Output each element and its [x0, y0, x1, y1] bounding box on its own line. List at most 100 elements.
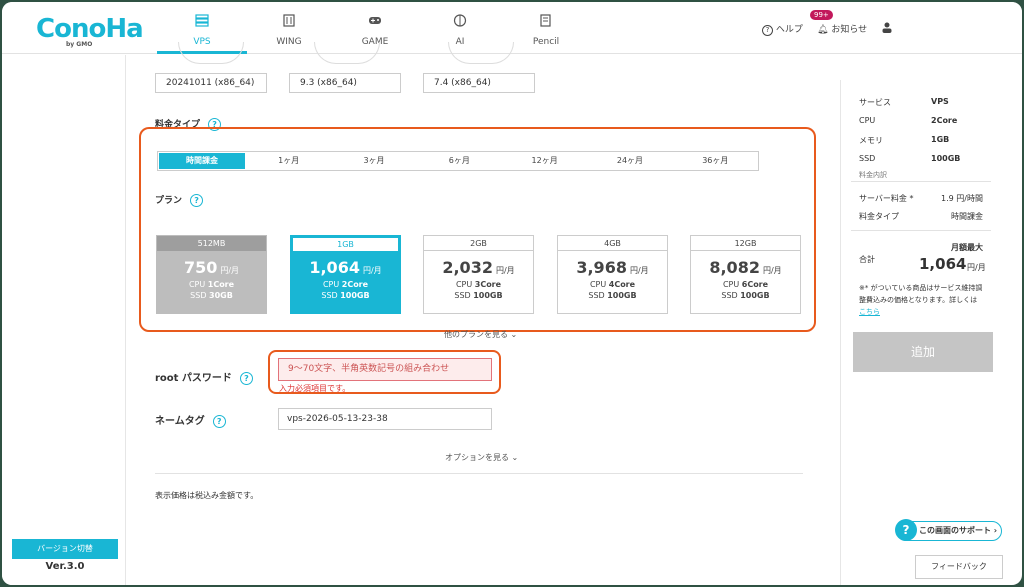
cpu-value: 2Core: [341, 280, 369, 289]
tab-wing-label: WING: [276, 37, 302, 47]
brain-icon: [453, 14, 467, 27]
building-icon: [283, 14, 295, 27]
pricing-period-tabs: 時間課金 1ヶ月 3ヶ月 6ヶ月 12ヶ月 24ヶ月 36ヶ月: [157, 151, 759, 171]
chevron-down-icon: ⌄: [508, 330, 518, 339]
os-version-select[interactable]: 9.3 (x86_64): [289, 73, 401, 93]
plan-cpu: CPU 6Core: [691, 279, 800, 290]
help-link[interactable]: ? ヘルプ: [762, 22, 803, 36]
summary-cpu-value: 2Core: [931, 116, 958, 125]
plan-card-12gb[interactable]: 12GB 8,082 円/月 CPU 6Core SSD 100GB: [690, 235, 801, 314]
plan-card-2gb[interactable]: 2GB 2,032 円/月 CPU 3Core SSD 100GB: [423, 235, 534, 314]
footnote-text: ※* がついている商品はサービス維持調整費込みの価格となります。詳しくは: [859, 284, 983, 304]
plan-ssd: SSD 100GB: [291, 290, 400, 301]
plan-price-value: 8,082: [709, 258, 760, 277]
ssd-value: 30GB: [209, 291, 233, 300]
divider: [851, 181, 991, 182]
root-password-text: root パスワード: [155, 373, 232, 384]
summary-service-label: サービス: [859, 98, 891, 107]
summary-memory-label: メモリ: [859, 136, 883, 145]
cpu-prefix: CPU: [322, 280, 342, 289]
plan-price: 8,082 円/月: [691, 258, 800, 277]
add-button[interactable]: 追加: [853, 332, 993, 372]
tab-pencil[interactable]: Pencil: [501, 2, 591, 54]
ssd-prefix: SSD: [321, 291, 341, 300]
plan-cpu: CPU 2Core: [291, 279, 400, 290]
plan-name: 12GB: [691, 236, 800, 251]
fee-type-value: 時間課金: [951, 212, 983, 221]
help-icon[interactable]: ?: [239, 371, 253, 385]
ssd-prefix: SSD: [721, 291, 741, 300]
plan-card-4gb[interactable]: 4GB 3,968 円/月 CPU 4Core SSD 100GB: [557, 235, 668, 314]
footnote-link[interactable]: こちら: [859, 308, 880, 316]
cpu-value: 3Core: [474, 280, 502, 289]
screen-support-button[interactable]: ? この画面のサポート ›: [895, 519, 1002, 541]
gamepad-icon: [369, 17, 381, 24]
plan-price: 3,968 円/月: [558, 258, 667, 277]
support-label: この画面のサポート: [919, 526, 991, 535]
period-1-month[interactable]: 1ヶ月: [246, 152, 331, 170]
summary-ssd-label: SSD: [859, 154, 876, 163]
bell-icon: 🔔︎: [817, 25, 829, 35]
period-12-months[interactable]: 12ヶ月: [502, 152, 587, 170]
period-36-months[interactable]: 36ヶ月: [673, 152, 758, 170]
pencil-doc-icon: [540, 14, 551, 27]
total-value: 1,064: [919, 255, 967, 273]
ssd-value: 100GB: [607, 291, 637, 300]
show-options-link[interactable]: オプションを見る ⌄: [445, 452, 518, 463]
name-tag-text: ネームタグ: [155, 416, 205, 427]
plan-ssd: SSD 30GB: [157, 290, 266, 301]
help-icon[interactable]: ?: [212, 414, 226, 428]
os-version-select[interactable]: 20241011 (x86_64): [155, 73, 267, 93]
ssd-value: 100GB: [740, 291, 770, 300]
period-24-months[interactable]: 24ヶ月: [587, 152, 672, 170]
period-3-months[interactable]: 3ヶ月: [331, 152, 416, 170]
question-circle-icon: ?: [762, 25, 773, 36]
ssd-value: 100GB: [473, 291, 503, 300]
plan-price-value: 1,064: [309, 258, 360, 277]
period-6-months[interactable]: 6ヶ月: [417, 152, 502, 170]
footnote: ※* がついている商品はサービス維持調整費込みの価格となります。詳しくは こちら: [859, 282, 989, 318]
plan-card-512mb[interactable]: 512MB 750 円/月 CPU 1Core SSD 30GB: [156, 235, 267, 314]
more-plans-link[interactable]: 他のプランを見る ⌄: [444, 329, 517, 340]
conoha-logo[interactable]: ConoHa: [36, 14, 144, 44]
server-fee-label: サーバー料金 *: [859, 194, 914, 203]
root-password-input[interactable]: 9～70文字、半角英数記号の組み合わせ: [278, 358, 492, 381]
left-sidebar: バージョン切替 Ver.3.0: [2, 55, 126, 585]
divider: [851, 230, 991, 231]
tab-pencil-label: Pencil: [532, 37, 560, 47]
cpu-value: 4Core: [608, 280, 636, 289]
summary-cpu-label: CPU: [859, 116, 876, 125]
plan-price-unit: 円/月: [362, 266, 382, 275]
os-image-icon: [314, 42, 380, 64]
name-tag-label: ネームタグ?: [155, 412, 226, 428]
app-window: ConoHa by GMO VPS WING GAME AI Pencil ? …: [2, 2, 1022, 585]
summary-ssd-value: 100GB: [931, 154, 961, 163]
chevron-right-icon: ›: [991, 526, 998, 535]
notifications-link[interactable]: 🔔︎ お知らせ: [817, 22, 867, 35]
plan-card-1gb[interactable]: 1GB 1,064 円/月 CPU 2Core SSD 100GB: [290, 235, 401, 314]
os-version-select[interactable]: 7.4 (x86_64): [423, 73, 535, 93]
root-password-label: root パスワード?: [155, 369, 253, 385]
server-fee-value: 1.9 円/時間: [941, 194, 983, 203]
tax-note: 表示価格は税込み金額です。: [155, 491, 259, 500]
plan-price-value: 2,032: [442, 258, 493, 277]
name-tag-input[interactable]: vps-2026-05-13-23-38: [278, 408, 492, 430]
question-icon: ?: [895, 519, 917, 541]
help-icon[interactable]: ?: [190, 194, 204, 207]
plan-ssd: SSD 100GB: [424, 290, 533, 301]
plan-ssd: SSD 100GB: [558, 290, 667, 301]
os-image-icon: [448, 42, 514, 64]
cpu-prefix: CPU: [589, 280, 609, 289]
chevron-down-icon: ⌄: [509, 453, 519, 462]
plan-name: 4GB: [558, 236, 667, 251]
plan-price: 1,064 円/月: [291, 258, 400, 277]
plan-price-value: 750: [183, 258, 218, 277]
cpu-prefix: CPU: [722, 280, 742, 289]
period-hourly[interactable]: 時間課金: [159, 153, 245, 169]
total-label: 合計: [859, 255, 875, 264]
feedback-button[interactable]: フィードバック: [915, 555, 1003, 579]
fee-type-label: 料金タイプ: [859, 212, 899, 221]
user-menu[interactable]: [882, 22, 892, 33]
version-switch-button[interactable]: バージョン切替: [12, 539, 118, 559]
total-unit: 円/月: [967, 263, 986, 272]
